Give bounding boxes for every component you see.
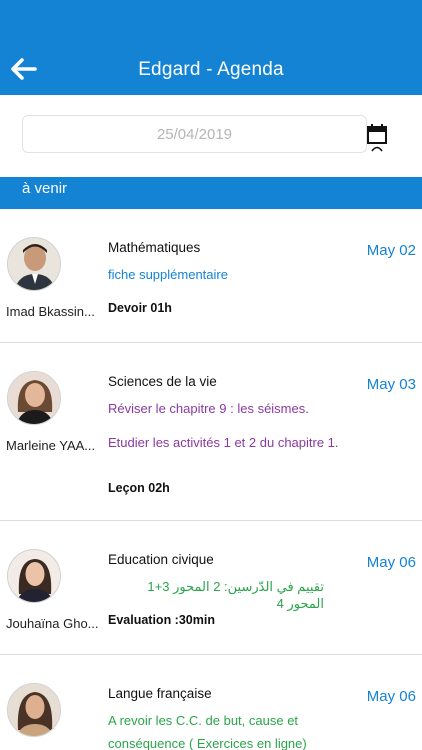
subject-title: Mathématiques <box>108 240 201 255</box>
due-date: May 03 <box>366 376 416 393</box>
homework-text: fiche supplémentaire <box>108 267 228 282</box>
avatar <box>7 237 61 291</box>
section-header: à venir <box>0 177 422 209</box>
avatar <box>7 371 61 425</box>
type-duration-tag: Evaluation :30min <box>108 613 215 627</box>
type-duration-tag: Devoir 01h <box>108 301 172 315</box>
list-item[interactable]: Imad Bkassin... Mathématiques May 02 fic… <box>0 209 422 343</box>
section-label: à venir <box>22 180 68 197</box>
avatar <box>7 549 61 603</box>
homework-text: Réviser le chapitre 9 : les séismes. <box>108 401 309 416</box>
list-item[interactable]: Marleine YAA... Sciences de la vie May 0… <box>0 343 422 521</box>
homework-text: conséquence ( Exercices en ligne) <box>108 736 307 750</box>
homework-text: Etudier les activités 1 et 2 du chapitre… <box>108 435 339 450</box>
teacher-name: Marleine YAA... <box>6 438 96 453</box>
subject-title: Langue française <box>108 686 212 701</box>
list-item[interactable]: Jouhaïna Gho... Education civique May 06… <box>0 521 422 655</box>
calendar-icon <box>367 124 387 152</box>
list-item[interactable]: Langue française May 06 A revoir les C.C… <box>0 655 422 750</box>
calendar-button[interactable] <box>366 123 388 153</box>
teacher-name: Jouhaïna Gho... <box>6 616 99 631</box>
type-duration-tag: Leçon 02h <box>108 481 170 495</box>
date-field[interactable] <box>22 115 367 153</box>
subject-title: Sciences de la vie <box>108 374 217 389</box>
homework-text: تقييم في الدّرسين: 2 المحور 3+1 المحور 4 <box>147 579 324 611</box>
due-date: May 02 <box>366 242 416 259</box>
date-picker-bar <box>0 95 422 177</box>
subject-title: Education civique <box>108 552 214 567</box>
due-date: May 06 <box>366 688 416 705</box>
app-header: Edgard - Agenda <box>0 0 422 95</box>
page-title: Edgard - Agenda <box>138 59 284 80</box>
avatar <box>7 683 61 737</box>
due-date: May 06 <box>366 554 416 571</box>
teacher-name: Imad Bkassin... <box>6 304 95 319</box>
homework-text: A revoir les C.C. de but, cause et <box>108 713 299 728</box>
